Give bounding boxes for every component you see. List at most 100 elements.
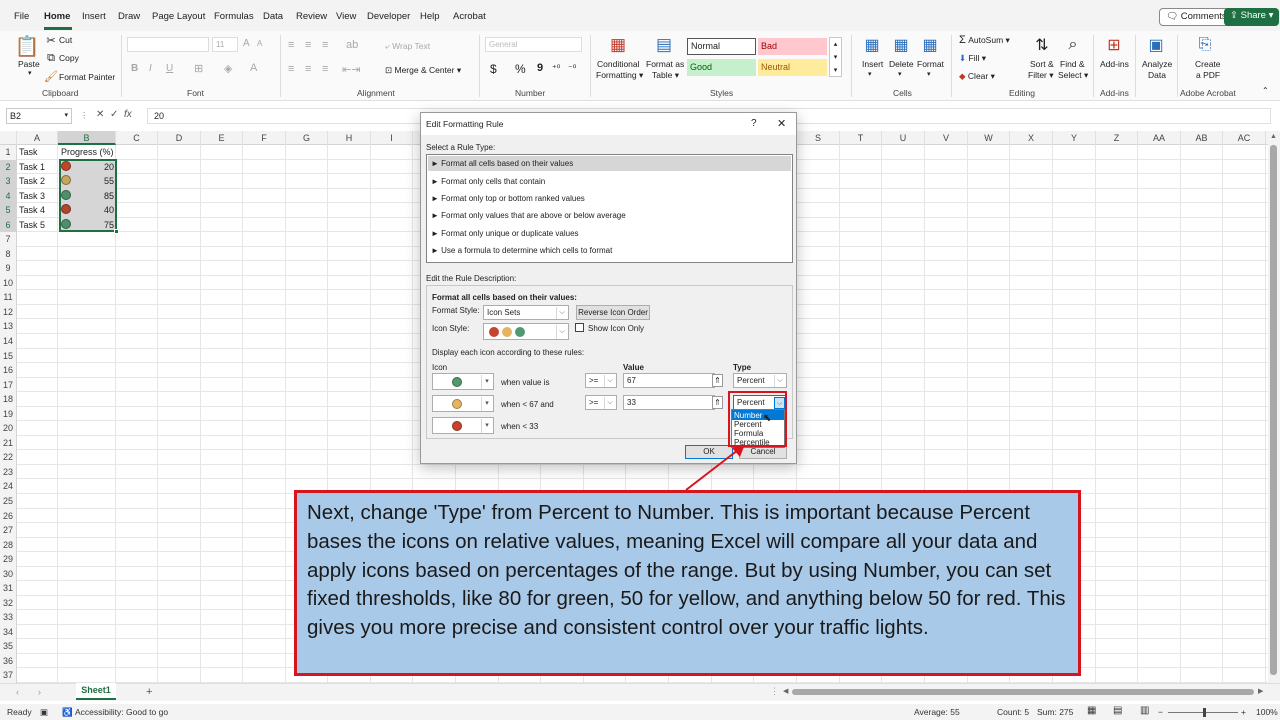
icon-select[interactable]: ▾ bbox=[432, 417, 494, 434]
percent-button[interactable]: % bbox=[515, 62, 526, 76]
column-header[interactable]: B bbox=[58, 131, 116, 145]
shrink-font-icon[interactable]: A bbox=[257, 39, 262, 48]
cell-progress-value[interactable]: 75 bbox=[96, 220, 114, 230]
chevron-down-icon[interactable]: ⌵ bbox=[556, 325, 567, 339]
insert-cells-icon[interactable]: ▦ bbox=[861, 34, 883, 56]
row-header[interactable]: 4 bbox=[0, 188, 16, 204]
conditional-formatting-icon[interactable]: ▦ bbox=[607, 34, 629, 56]
chevron-down-icon[interactable]: ▾ bbox=[927, 70, 931, 78]
row-header[interactable]: 8 bbox=[0, 249, 16, 259]
styles-gallery-scroll[interactable]: ▴ ▾ ▾ bbox=[829, 37, 842, 77]
cell-progress-value[interactable]: 40 bbox=[96, 205, 114, 215]
tab-review[interactable]: Review bbox=[296, 11, 327, 22]
wrap-text-button[interactable]: ⤶ Wrap Text bbox=[385, 41, 430, 52]
scroll-right-icon[interactable]: ▶ bbox=[1258, 687, 1263, 695]
scroll-up-icon[interactable]: ▲ bbox=[1270, 133, 1277, 140]
range-picker-icon[interactable]: ⇑ bbox=[712, 374, 723, 387]
show-icon-only-label[interactable]: Show Icon Only bbox=[588, 324, 644, 333]
row-header[interactable]: 22 bbox=[0, 452, 16, 462]
tab-view[interactable]: View bbox=[336, 11, 356, 22]
create-pdf-icon[interactable]: ⎘ bbox=[1194, 34, 1216, 56]
row-header[interactable]: 11 bbox=[0, 292, 16, 302]
add-ins-icon[interactable]: ⊞ bbox=[1103, 34, 1125, 56]
row-header[interactable]: 33 bbox=[0, 612, 16, 622]
range-picker-icon[interactable]: ⇑ bbox=[712, 396, 723, 409]
zoom-level[interactable]: 100% bbox=[1256, 707, 1278, 717]
sheet-tab-sheet1[interactable]: Sheet1 bbox=[76, 683, 116, 700]
chevron-down-icon[interactable]: ⌵ bbox=[604, 397, 615, 409]
tab-home[interactable]: Home bbox=[44, 11, 70, 22]
column-header[interactable]: D bbox=[158, 131, 201, 145]
chevron-down-icon[interactable]: ▾ bbox=[898, 70, 902, 78]
orientation-icon[interactable]: ab bbox=[346, 39, 358, 51]
style-bad[interactable]: Bad bbox=[758, 38, 827, 55]
row-header[interactable]: 28 bbox=[0, 540, 16, 550]
accessibility-status[interactable]: Accessibility: Good to go bbox=[75, 707, 168, 717]
horizontal-scroll-thumb[interactable] bbox=[792, 689, 1254, 695]
find-icon[interactable]: ⌕ bbox=[1062, 34, 1084, 56]
row-header[interactable]: 32 bbox=[0, 598, 16, 608]
format-as-label[interactable]: Format as bbox=[646, 59, 684, 69]
cell-b1[interactable]: Progress (%) bbox=[61, 147, 114, 157]
column-header[interactable]: F bbox=[243, 131, 286, 145]
cell-progress-value[interactable]: 20 bbox=[96, 162, 114, 172]
tab-file[interactable]: File bbox=[14, 11, 29, 22]
chevron-down-icon[interactable]: ▾ bbox=[64, 109, 68, 123]
analyze-label[interactable]: Analyze bbox=[1142, 59, 1172, 69]
value-input[interactable]: 67 bbox=[623, 373, 715, 388]
format-style-select[interactable]: Icon Sets ⌵ bbox=[483, 305, 569, 320]
vertical-scroll-thumb[interactable] bbox=[1270, 145, 1277, 675]
row-header[interactable]: 35 bbox=[0, 641, 16, 651]
operator-select[interactable]: >= ⌵ bbox=[585, 373, 617, 388]
paste-icon[interactable]: 📋 bbox=[14, 33, 40, 59]
next-sheet-icon[interactable]: › bbox=[38, 687, 41, 697]
format-as-table-icon[interactable]: ▤ bbox=[653, 34, 675, 56]
copy-icon[interactable]: ⧉ bbox=[45, 52, 57, 64]
prev-sheet-icon[interactable]: ‹ bbox=[16, 687, 19, 697]
autosum-button[interactable]: Σ AutoSum ▾ bbox=[959, 34, 1010, 46]
clear-button[interactable]: ◆ Clear ▾ bbox=[959, 71, 995, 82]
dropdown-arrow-icon[interactable]: ▾ bbox=[481, 397, 492, 411]
column-header[interactable]: X bbox=[1010, 131, 1053, 145]
column-header[interactable]: W bbox=[968, 131, 1010, 145]
zoom-slider-thumb[interactable] bbox=[1203, 708, 1206, 717]
help-button[interactable]: ? bbox=[751, 118, 757, 129]
align-bottom-icon[interactable]: ≡ bbox=[322, 39, 328, 51]
row-header[interactable]: 14 bbox=[0, 336, 16, 346]
row-header[interactable]: 19 bbox=[0, 409, 16, 419]
row-header[interactable]: 17 bbox=[0, 380, 16, 390]
column-header[interactable]: T bbox=[840, 131, 882, 145]
rule-type-item[interactable]: ► Format only cells that contain bbox=[431, 177, 545, 186]
row-header[interactable]: 20 bbox=[0, 423, 16, 433]
rule-type-item[interactable]: ► Format only top or bottom ranked value… bbox=[431, 194, 585, 203]
align-left-icon[interactable]: ≡ bbox=[288, 63, 294, 75]
chevron-down-icon[interactable]: ⌵ bbox=[556, 307, 567, 319]
row-header[interactable]: 18 bbox=[0, 394, 16, 404]
column-header[interactable]: U bbox=[882, 131, 925, 145]
cut-button[interactable]: Cut bbox=[59, 35, 72, 45]
create-label[interactable]: Create bbox=[1195, 59, 1221, 69]
chevron-down-icon[interactable]: ⌵ bbox=[604, 375, 615, 387]
cell-progress-value[interactable]: 55 bbox=[96, 176, 114, 186]
normal-view-icon[interactable]: ▦ bbox=[1087, 705, 1096, 716]
select-label[interactable]: Select ▾ bbox=[1058, 70, 1088, 81]
format-cells-button[interactable]: Format bbox=[917, 59, 944, 69]
more-icon[interactable]: ⋮ bbox=[770, 686, 779, 697]
column-header[interactable]: A bbox=[17, 131, 58, 145]
style-normal[interactable]: Normal bbox=[687, 38, 756, 55]
icon-style-select[interactable]: ⌵ bbox=[483, 323, 569, 340]
row-header[interactable]: 9 bbox=[0, 263, 16, 273]
row-header[interactable]: 13 bbox=[0, 321, 16, 331]
zoom-out-icon[interactable]: − bbox=[1158, 707, 1163, 717]
icon-select[interactable]: ▾ bbox=[432, 373, 494, 390]
row-header[interactable]: 5 bbox=[0, 203, 16, 218]
column-header[interactable]: H bbox=[328, 131, 371, 145]
tab-help[interactable]: Help bbox=[420, 11, 440, 22]
cell-task-name[interactable]: Task 2 bbox=[19, 176, 45, 186]
scissors-icon[interactable]: ✂ bbox=[45, 34, 57, 47]
chevron-down-icon[interactable]: ▾ bbox=[28, 69, 32, 77]
chevron-down-icon[interactable]: ⌵ bbox=[774, 375, 785, 387]
row-header[interactable]: 7 bbox=[0, 234, 16, 244]
row-header[interactable]: 3 bbox=[0, 174, 16, 189]
align-middle-icon[interactable]: ≡ bbox=[305, 39, 311, 51]
